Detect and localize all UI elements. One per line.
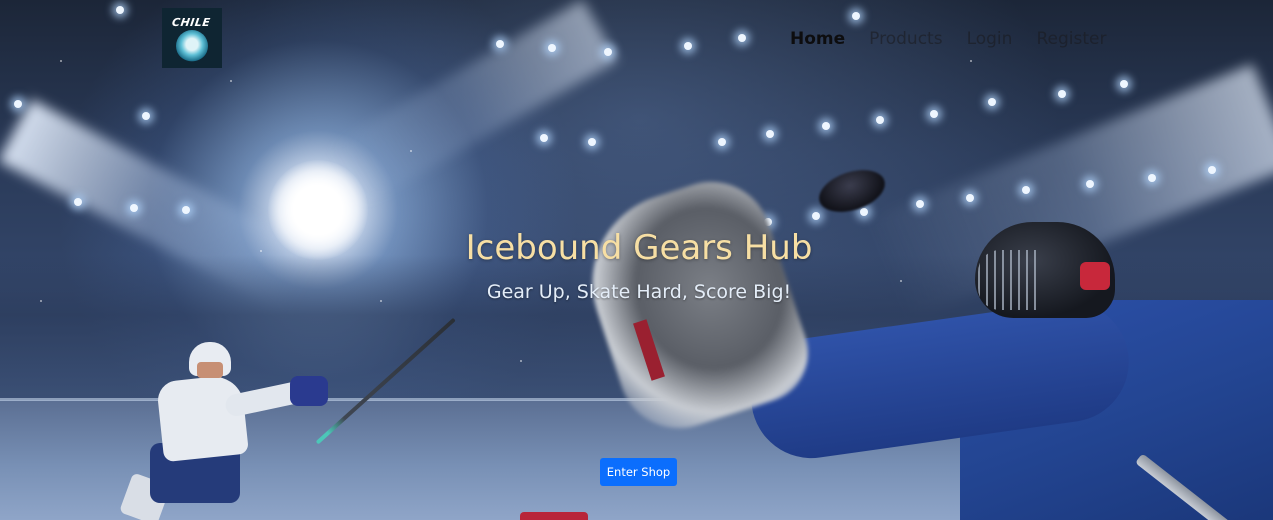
nav-link-login[interactable]: Login [955, 28, 1025, 50]
hockey-mascot-logo-icon [176, 30, 208, 62]
hero-subtitle: Gear Up, Skate Hard, Score Big! [486, 281, 792, 303]
main-nav: Home Products Login Register [790, 28, 1118, 50]
brand-logo[interactable]: CHILE [162, 8, 222, 68]
hero-title: Icebound Gears Hub [465, 228, 813, 268]
nav-link-home[interactable]: Home [790, 28, 857, 50]
enter-shop-button[interactable]: Enter Shop [600, 458, 677, 486]
skater-player-figure [115, 317, 456, 520]
nav-link-register[interactable]: Register [1024, 28, 1118, 50]
nav-link-products[interactable]: Products [857, 28, 954, 50]
logo-text: CHILE [171, 16, 212, 29]
